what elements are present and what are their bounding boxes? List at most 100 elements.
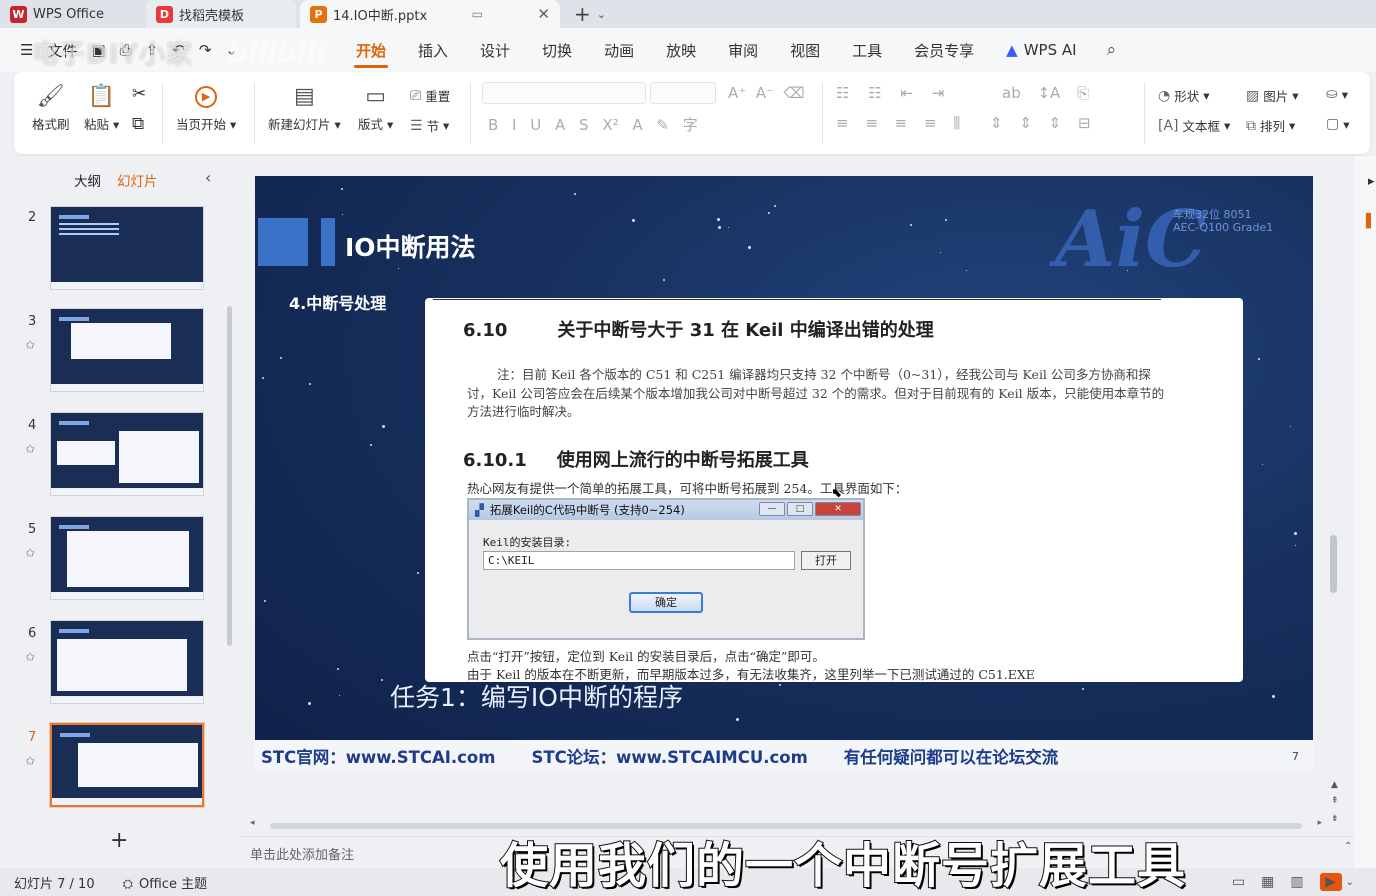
- install-dir-label: Keil的安装目录:: [483, 536, 572, 549]
- tab-insert[interactable]: 插入: [402, 28, 464, 72]
- prev-slide-icon[interactable]: ⇞: [1331, 796, 1339, 806]
- scroll-right-icon[interactable]: ▸: [1317, 818, 1322, 828]
- tab-outline[interactable]: 大纲: [74, 170, 101, 190]
- ok-button: 确定: [629, 592, 703, 613]
- wps-ai-button[interactable]: ▲ WPS AI: [990, 41, 1092, 59]
- star-icon[interactable]: ✩: [25, 442, 35, 456]
- tab-design[interactable]: 设计: [464, 28, 526, 72]
- new-tab-icon[interactable]: +: [574, 2, 591, 26]
- thumb-doc: [78, 743, 198, 787]
- add-slide-button[interactable]: +: [110, 828, 128, 853]
- text-direction-controls[interactable]: ab ↕A ⎘: [1002, 84, 1089, 102]
- arrange-button[interactable]: ⧉ 排列 ▾: [1246, 116, 1295, 135]
- next-slide-icon[interactable]: ⇟: [1331, 814, 1339, 824]
- star-dot: [340, 187, 343, 190]
- star-icon[interactable]: ✩: [25, 754, 35, 768]
- shape-button[interactable]: ◔ 形状 ▾: [1158, 86, 1209, 105]
- notes-placeholder[interactable]: 单击此处添加备注: [250, 844, 354, 863]
- thumb-doc: [57, 639, 187, 691]
- mouse-cursor-icon: ⬉: [831, 486, 842, 501]
- spacing-controls[interactable]: ⇕ ⇕ ⇕ ⊟: [990, 114, 1091, 132]
- star-icon[interactable]: ✩: [25, 338, 35, 352]
- close-icon[interactable]: ✕: [537, 5, 550, 23]
- slide-canvas[interactable]: AiC 车规32位 8051 AEC-Q100 Grade1 IO中断用法 4.…: [255, 176, 1313, 772]
- tab-transition[interactable]: 切换: [526, 28, 588, 72]
- textbox-button[interactable]: [A] 文本框 ▾: [1158, 116, 1230, 135]
- star-dot: [1262, 464, 1264, 466]
- tab-template[interactable]: D 找稻壳模板: [146, 0, 296, 28]
- slide-thumbnail-7[interactable]: [49, 722, 205, 808]
- picture-button[interactable]: ▨ 图片 ▾: [1246, 86, 1299, 105]
- scroll-up-icon[interactable]: ▲: [1331, 780, 1338, 790]
- font-family-select[interactable]: [482, 82, 646, 104]
- format-painter-button[interactable]: 🖌 格式刷: [32, 80, 70, 133]
- panel-tabs: 大纲 幻灯片: [74, 170, 174, 190]
- from-current-slide-button[interactable]: ▶ 当页开始 ▾: [176, 80, 236, 133]
- search-icon[interactable]: ⌕: [1107, 40, 1117, 60]
- tab-review[interactable]: 审阅: [712, 28, 774, 72]
- chevron-down-icon[interactable]: ⌄: [597, 8, 606, 21]
- pane-active-icon[interactable]: ▌: [1366, 214, 1376, 229]
- cut-icon[interactable]: ✂: [132, 84, 146, 104]
- slide-thumbnail-6[interactable]: [50, 620, 204, 704]
- new-slide-button[interactable]: ▤ 新建幻灯片 ▾: [268, 80, 341, 133]
- thumb-title-bar: [59, 629, 89, 633]
- tab-tools[interactable]: 工具: [836, 28, 898, 72]
- thumb-title-bar: [59, 215, 89, 219]
- sorter-view-icon[interactable]: ▦: [1261, 874, 1274, 890]
- arrange-label: 排列: [1260, 119, 1286, 134]
- layout-button[interactable]: ▭ 版式 ▾: [358, 80, 393, 133]
- text-format-controls[interactable]: B I U A S X² A ✎ 字: [488, 114, 698, 135]
- pane-icon[interactable]: ▸: [1368, 174, 1375, 189]
- panel-scrollbar[interactable]: [227, 306, 232, 646]
- tab-bar: W WPS Office D 找稻壳模板 P 14.IO中断.pptx ▭ ✕ …: [0, 0, 1376, 28]
- tab-slideshow[interactable]: 放映: [650, 28, 712, 72]
- star-icon[interactable]: ✩: [25, 546, 35, 560]
- slideshow-play-icon[interactable]: ▶: [1319, 873, 1342, 891]
- font-size-select[interactable]: [650, 82, 716, 104]
- redo-icon[interactable]: ↷: [199, 41, 212, 59]
- theme-icon: ⛭: [122, 876, 133, 892]
- scroll-left-icon[interactable]: ◂: [250, 818, 255, 828]
- tab-slides[interactable]: 幻灯片: [117, 170, 158, 190]
- copy-icon[interactable]: ⧉: [132, 114, 144, 134]
- slide-thumbnail-2[interactable]: [50, 206, 204, 290]
- reading-view-icon[interactable]: ▥: [1290, 874, 1303, 890]
- slide-thumbnail-5[interactable]: [50, 516, 204, 600]
- new-slide-icon: ▤: [293, 84, 315, 109]
- logo-sub-line2: AEC-Q100 Grade1: [1173, 221, 1274, 234]
- font-size-controls[interactable]: A⁺ A⁻ ⌫: [728, 84, 805, 102]
- notes-toggle-icon[interactable]: ⌃: [1344, 841, 1354, 852]
- vertical-scrollbar[interactable]: [1330, 535, 1337, 593]
- star-dot: [1257, 357, 1260, 360]
- theme-indicator[interactable]: ⛭ Office 主题: [123, 873, 208, 892]
- star-icon[interactable]: ✩: [25, 650, 35, 664]
- chevron-down-icon[interactable]: ⌄: [1346, 877, 1354, 888]
- tab-home[interactable]: 开始: [340, 28, 402, 72]
- maximize-icon: □: [787, 502, 813, 516]
- slide-thumbnail-3[interactable]: [50, 308, 204, 392]
- chevron-left-icon[interactable]: ‹: [205, 168, 211, 187]
- star-dot: [718, 226, 722, 230]
- reset-button[interactable]: ⎚ 重置: [410, 86, 450, 105]
- normal-view-icon[interactable]: ▭: [1232, 874, 1245, 890]
- paste-button[interactable]: 📋 粘贴 ▾: [84, 80, 119, 133]
- new-slide-label: 新建幻灯片 ▾: [268, 117, 341, 132]
- section-label: 节: [426, 119, 440, 134]
- tab-document[interactable]: P 14.IO中断.pptx ▭ ✕: [300, 0, 560, 28]
- fill-button[interactable]: ⛀ ▾: [1326, 86, 1348, 102]
- monitor-icon[interactable]: ▭: [472, 7, 483, 21]
- section-button[interactable]: ☰ 节 ▾: [410, 116, 449, 135]
- tab-wps-office[interactable]: W WPS Office: [0, 0, 140, 28]
- paragraph-align-controls[interactable]: ≡ ≡ ≡ ≡ ⫼: [836, 114, 960, 132]
- picture-icon: ▨: [1246, 87, 1260, 104]
- list-controls[interactable]: ☷ ☷ ⇤ ⇥: [836, 84, 944, 102]
- bilibili-watermark: bilibili: [228, 36, 326, 69]
- more-button[interactable]: ▢ ▾: [1326, 116, 1350, 132]
- tab-animation[interactable]: 动画: [588, 28, 650, 72]
- separator: [470, 82, 471, 144]
- slide-thumbnail-4[interactable]: [50, 412, 204, 496]
- tab-view[interactable]: 视图: [774, 28, 836, 72]
- tab-member[interactable]: 会员专享: [898, 28, 990, 72]
- layout-label: 版式 ▾: [358, 117, 394, 132]
